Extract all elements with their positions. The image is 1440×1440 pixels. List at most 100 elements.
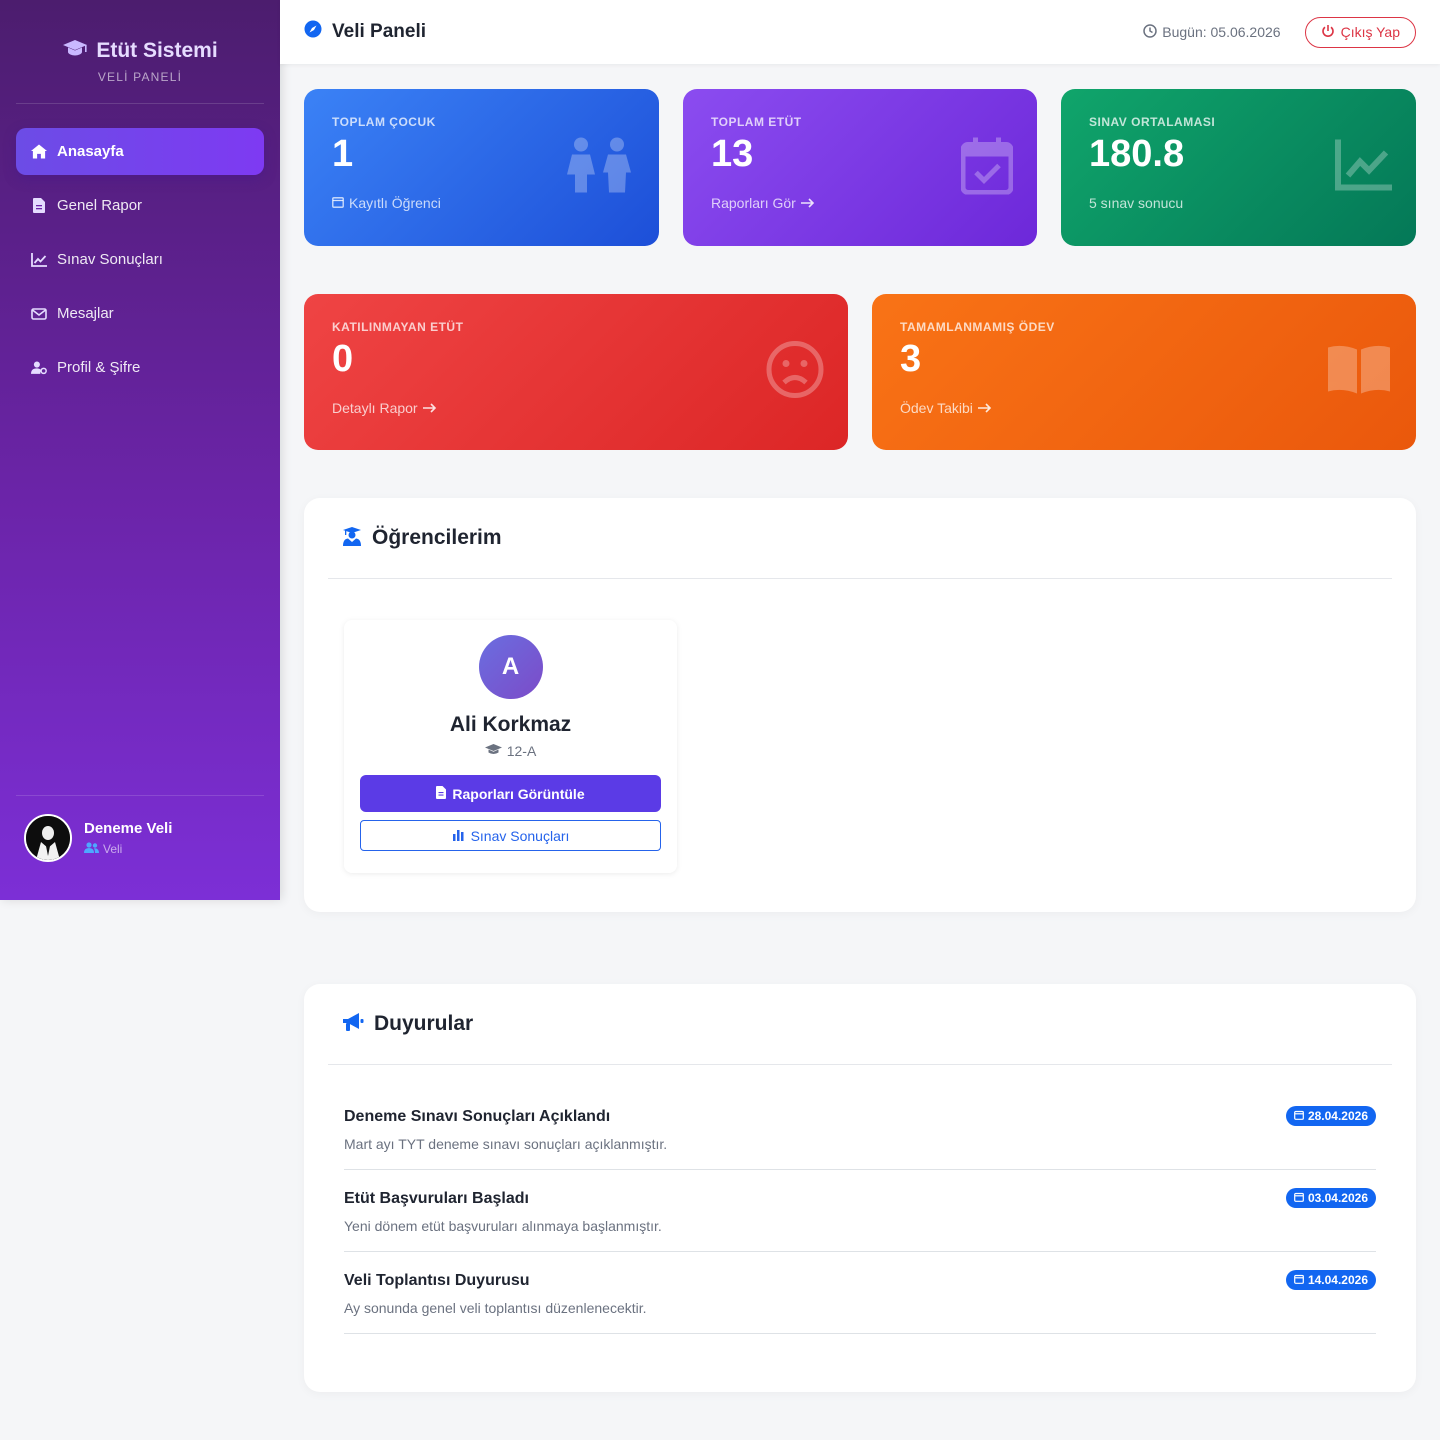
calendar-icon	[1294, 1109, 1304, 1123]
announcement-item[interactable]: Deneme Sınavı Sonuçları Açıklandı Mart a…	[344, 1088, 1376, 1170]
power-icon	[1321, 24, 1335, 41]
stat-sub-text: Raporları Gör	[711, 195, 796, 211]
user-graduate-icon	[342, 526, 362, 551]
users-icon	[84, 842, 99, 856]
panel-title: Duyurular	[374, 1012, 474, 1035]
stat-label: SINAV ORTALAMASI	[1089, 115, 1216, 129]
user-profile[interactable]: Deneme Veli Veli	[16, 795, 264, 862]
stat-label: TOPLAM ÇOCUK	[332, 115, 436, 129]
calendar-icon	[332, 195, 344, 211]
arrow-right-icon	[800, 195, 815, 211]
page-title-text: Veli Paneli	[332, 21, 426, 42]
sad-face-icon	[766, 341, 824, 404]
stat-label: KATILINMAYAN ETÜT	[332, 320, 464, 334]
stat-card-exam[interactable]: SINAV ORTALAMASI 180.8 5 sınav sonucu	[1061, 89, 1416, 246]
date-badge-text: 14.04.2026	[1307, 1273, 1368, 1287]
graduation-cap-icon	[484, 743, 502, 759]
stat-sub-link[interactable]: Ödev Takibi	[900, 400, 1388, 416]
book-open-icon	[1326, 344, 1392, 401]
students-panel: Öğrencilerim A Ali Korkmaz 12-A Raporlar…	[304, 498, 1416, 912]
announcement-title: Veli Toplantısı Duyurusu	[344, 1272, 530, 1289]
stat-label: TOPLAM ETÜT	[711, 115, 802, 129]
view-reports-button[interactable]: Raporları Görüntüle	[360, 775, 661, 812]
file-icon	[436, 785, 447, 802]
sidebar-item-sinav-sonuclari[interactable]: Sınav Sonuçları	[16, 236, 264, 283]
user-name: Deneme Veli	[84, 820, 173, 837]
exam-results-label: Sınav Sonuçları	[470, 827, 570, 844]
panel-header: Duyurular	[328, 984, 1392, 1065]
logout-button[interactable]: Çıkış Yap	[1304, 16, 1416, 48]
announcement-item[interactable]: Veli Toplantısı Duyurusu Ay sonunda gene…	[344, 1252, 1376, 1334]
sidebar-item-label: Profil & Şifre	[57, 359, 141, 376]
date-badge-text: 28.04.2026	[1307, 1109, 1368, 1123]
announcement-text: Ay sonunda genel veli toplantısı düzenle…	[344, 1300, 647, 1316]
stat-sub-link[interactable]: Detaylı Rapor	[332, 400, 820, 416]
announcement-text: Mart ayı TYT deneme sınavı sonuçları açı…	[344, 1136, 668, 1152]
brand-subtitle: VELİ PANELİ	[97, 70, 183, 84]
student-class: 12-A	[344, 743, 677, 759]
sidebar-item-mesajlar[interactable]: Mesajlar	[16, 290, 264, 337]
bullhorn-icon	[342, 1012, 364, 1037]
sidebar: Etüt Sistemi VELİ PANELİ Anasayfa Genel …	[0, 0, 280, 900]
date-badge: 28.04.2026	[1285, 1106, 1376, 1126]
announcement-list: Deneme Sınavı Sonuçları Açıklandı Mart a…	[304, 1065, 1416, 1334]
brand-name: Etüt Sistemi	[96, 39, 218, 62]
date-badge: 14.04.2026	[1285, 1270, 1376, 1290]
calendar-icon	[1294, 1273, 1304, 1287]
compass-icon	[304, 20, 322, 44]
page-title: Veli Paneli	[304, 20, 426, 44]
panel-title: Öğrencilerim	[372, 526, 502, 549]
announcement-title: Deneme Sınavı Sonuçları Açıklandı	[344, 1108, 611, 1125]
sidebar-item-profil[interactable]: Profil & Şifre	[16, 344, 264, 391]
sidebar-item-label: Mesajlar	[57, 305, 114, 322]
stat-value: 0	[332, 338, 354, 380]
stat-sub-text: Detaylı Rapor	[332, 400, 418, 416]
file-icon	[31, 198, 47, 214]
stat-sub-text: Ödev Takibi	[900, 400, 973, 416]
stat-card-absent[interactable]: KATILINMAYAN ETÜT 0 Detaylı Rapor	[304, 294, 848, 450]
brand-title[interactable]: Etüt Sistemi	[16, 38, 264, 64]
panel-header: Öğrencilerim	[328, 498, 1392, 579]
arrow-right-icon	[977, 400, 992, 416]
student-name: Ali Korkmaz	[449, 713, 572, 736]
date-badge-text: 03.04.2026	[1307, 1191, 1368, 1205]
announcement-item[interactable]: Etüt Başvuruları Başladı Yeni dönem etüt…	[344, 1170, 1376, 1252]
stat-card-homework[interactable]: TAMAMLANMAMIŞ ÖDEV 3 Ödev Takibi	[872, 294, 1416, 450]
announcement-title: Etüt Başvuruları Başladı	[344, 1190, 529, 1207]
sidebar-item-label: Genel Rapor	[57, 197, 143, 214]
sidebar-nav: Anasayfa Genel Rapor Sınav Sonuçları Mes…	[0, 104, 280, 391]
today-date: Bugün: 05.06.2026	[1143, 23, 1281, 41]
chart-line-icon	[1334, 139, 1392, 196]
sidebar-item-anasayfa[interactable]: Anasayfa	[16, 128, 264, 175]
arrow-right-icon	[422, 400, 437, 416]
announcement-text: Yeni dönem etüt başvuruları alınmaya baş…	[344, 1218, 662, 1234]
user-cog-icon	[31, 360, 47, 376]
home-icon	[31, 144, 47, 160]
stat-sub-text: Kayıtlı Öğrenci	[349, 195, 441, 211]
bar-chart-icon	[452, 828, 465, 844]
stat-label: TAMAMLANMAMIŞ ÖDEV	[900, 320, 1055, 334]
calendar-check-icon	[960, 136, 1014, 199]
brand: Etüt Sistemi VELİ PANELİ	[16, 0, 264, 104]
avatar	[24, 814, 72, 862]
view-reports-label: Raporları Görüntüle	[452, 785, 585, 802]
student-class-text: 12-A	[506, 743, 537, 759]
clock-icon	[1143, 23, 1157, 41]
stat-card-study[interactable]: TOPLAM ETÜT 13 Raporları Gör	[683, 89, 1037, 246]
logout-label: Çıkış Yap	[1340, 24, 1400, 40]
stat-sub: 5 sınav sonucu	[1089, 195, 1388, 211]
calendar-icon	[1294, 1191, 1304, 1205]
topbar: Veli Paneli Bugün: 05.06.2026 Çıkış Yap	[280, 0, 1440, 64]
student-avatar: A	[478, 635, 543, 699]
topbar-right: Bugün: 05.06.2026 Çıkış Yap	[1143, 16, 1416, 48]
exam-results-button[interactable]: Sınav Sonuçları	[360, 820, 661, 851]
stat-card-children[interactable]: TOPLAM ÇOCUK 1 Kayıtlı Öğrenci	[304, 89, 659, 246]
today-text: Bugün: 05.06.2026	[1162, 24, 1281, 40]
stat-sub-text: 5 sınav sonucu	[1089, 195, 1184, 211]
announcements-panel: Duyurular Deneme Sınavı Sonuçları Açıkla…	[304, 984, 1416, 1392]
sidebar-item-label: Sınav Sonuçları	[57, 251, 163, 268]
sidebar-item-genel-rapor[interactable]: Genel Rapor	[16, 182, 264, 229]
children-icon	[563, 136, 635, 199]
chart-line-icon	[31, 252, 47, 268]
envelope-icon	[31, 306, 47, 322]
